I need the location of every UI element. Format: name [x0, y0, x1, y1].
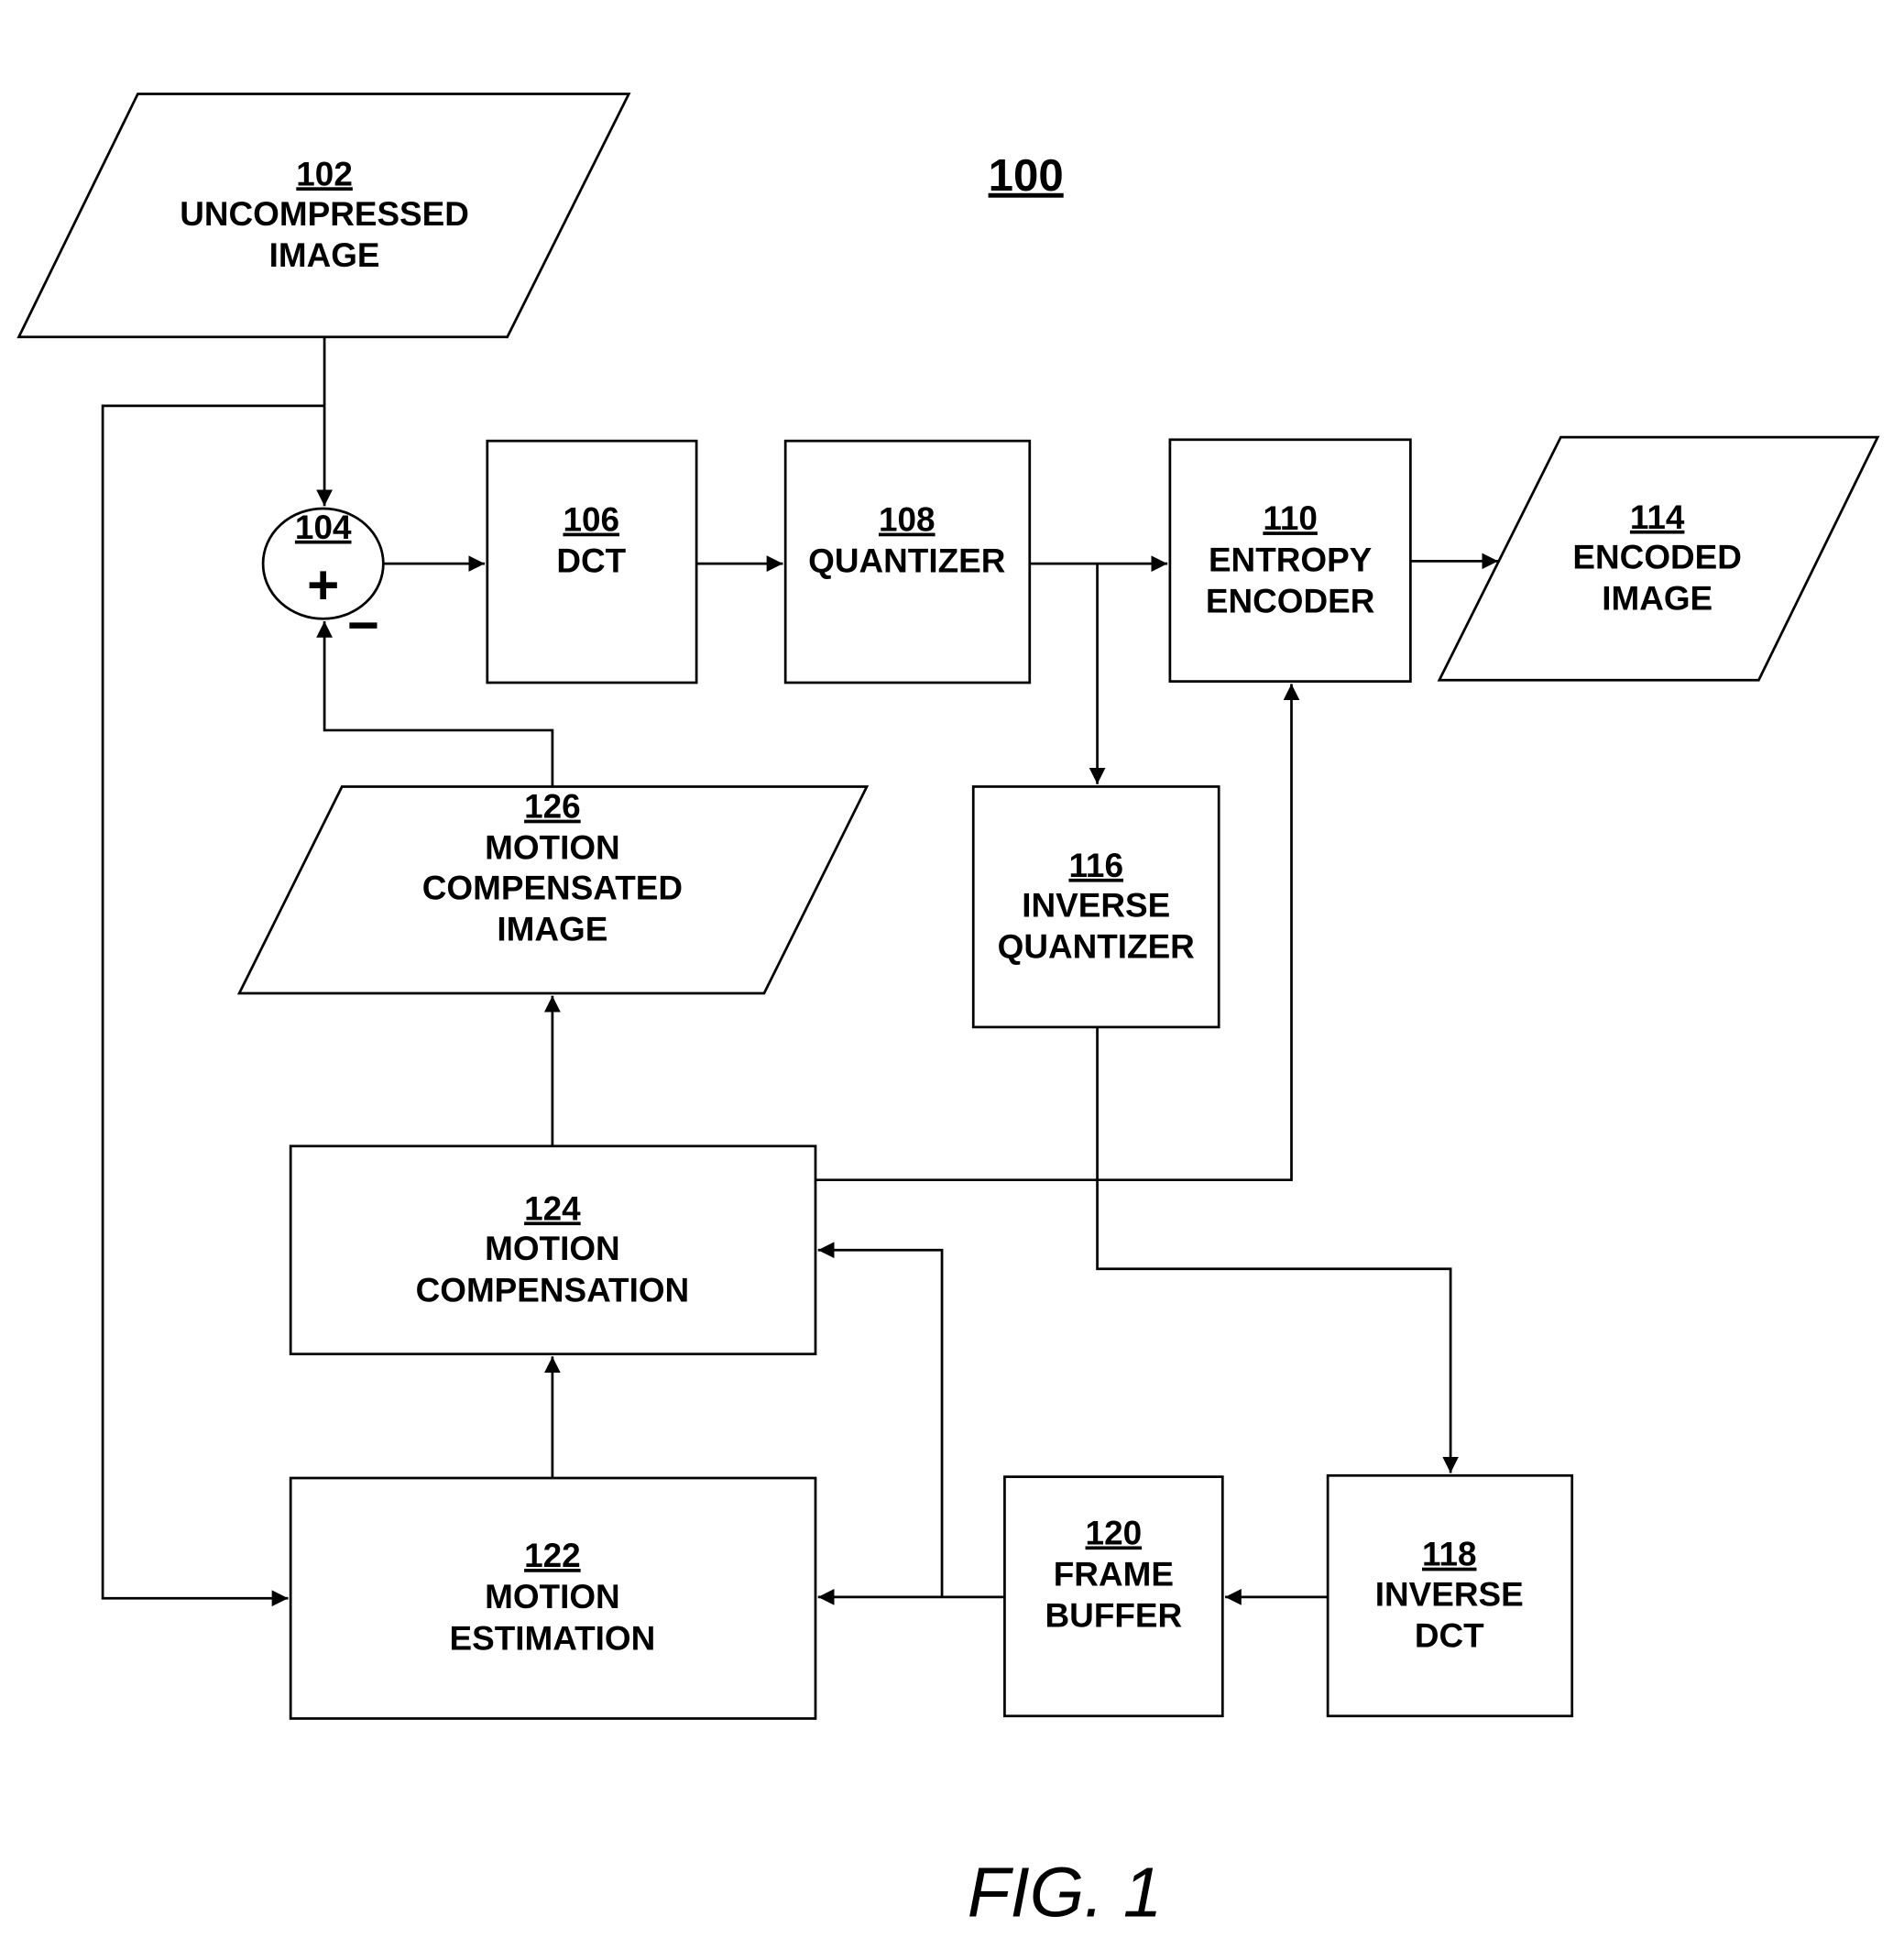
ref-114: 114	[1630, 498, 1685, 536]
ref-118: 118	[1422, 1536, 1477, 1573]
label-line: ESTIMATION	[450, 1619, 656, 1657]
node-quantizer: 108 QUANTIZER	[783, 439, 1032, 684]
ref-108: 108	[879, 501, 936, 539]
plus-sign-icon: +	[307, 554, 339, 616]
node-motion-compensated-image: 126 MOTION COMPENSATED IMAGE	[236, 785, 870, 995]
arrow-inverse-quantizer-to-inverse-dct	[1096, 1026, 1459, 1473]
video-encoder-block-diagram: 100 102 UNCOMPRESSED IMAGE 104 + − 106 D…	[16, 93, 1880, 1932]
label-line: QUANTIZER	[808, 542, 1005, 580]
label-line: MOTION	[485, 1230, 620, 1267]
label-line: MOTION	[485, 829, 620, 867]
node-encoded-image: 114 ENCODED IMAGE	[1437, 435, 1880, 682]
label-line: DCT	[556, 542, 626, 580]
arrow-frame-buffer-to-motion-compensation	[817, 1242, 944, 1597]
label-line: ENTROPY	[1209, 541, 1373, 578]
label-line: UNCOMPRESSED	[180, 195, 469, 233]
label-line: COMPENSATION	[416, 1271, 690, 1308]
label-line: DCT	[1415, 1617, 1484, 1655]
label-line: IMAGE	[497, 911, 607, 948]
node-inverse-dct: 118 INVERSE DCT	[1326, 1473, 1574, 1718]
label-line: ENCODED	[1572, 539, 1741, 576]
ref-126: 126	[524, 788, 581, 826]
ref-110: 110	[1263, 499, 1318, 537]
figure-number: 100	[989, 150, 1064, 201]
label-line: MOTION	[485, 1578, 620, 1615]
ref-120: 120	[1086, 1514, 1143, 1551]
label-line: INVERSE	[1375, 1575, 1524, 1613]
node-uncompressed-image: 102 UNCOMPRESSED IMAGE	[16, 93, 631, 339]
node-frame-buffer: 120 FRAME BUFFER	[1003, 1475, 1224, 1718]
node-motion-estimation: 122 MOTION ESTIMATION	[289, 1476, 817, 1720]
node-dct: 106 DCT	[486, 439, 698, 684]
figure-caption: FIG. 1	[968, 1854, 1163, 1932]
label-line: BUFFER	[1045, 1597, 1183, 1635]
ref-106: 106	[563, 501, 619, 539]
ref-102: 102	[296, 155, 353, 192]
label-line: QUANTIZER	[998, 928, 1195, 966]
label-line: FRAME	[1054, 1556, 1174, 1593]
label-line: INVERSE	[1022, 887, 1170, 925]
label-line: IMAGE	[1602, 580, 1713, 618]
node-inverse-quantizer: 116 INVERSE QUANTIZER	[971, 785, 1220, 1029]
ref-116: 116	[1068, 847, 1123, 884]
ref-122: 122	[524, 1537, 581, 1574]
node-summer: 104 + −	[261, 507, 385, 656]
label-line: IMAGE	[269, 236, 380, 274]
ref-104: 104	[295, 509, 352, 546]
label-line: COMPENSATED	[422, 869, 683, 906]
minus-sign-icon: −	[347, 595, 379, 656]
label-line: ENCODER	[1206, 582, 1374, 619]
node-motion-compensation: 124 MOTION COMPENSATION	[289, 1144, 817, 1356]
ref-124: 124	[524, 1189, 581, 1227]
node-entropy-encoder: 110 ENTROPY ENCODER	[1168, 438, 1412, 683]
